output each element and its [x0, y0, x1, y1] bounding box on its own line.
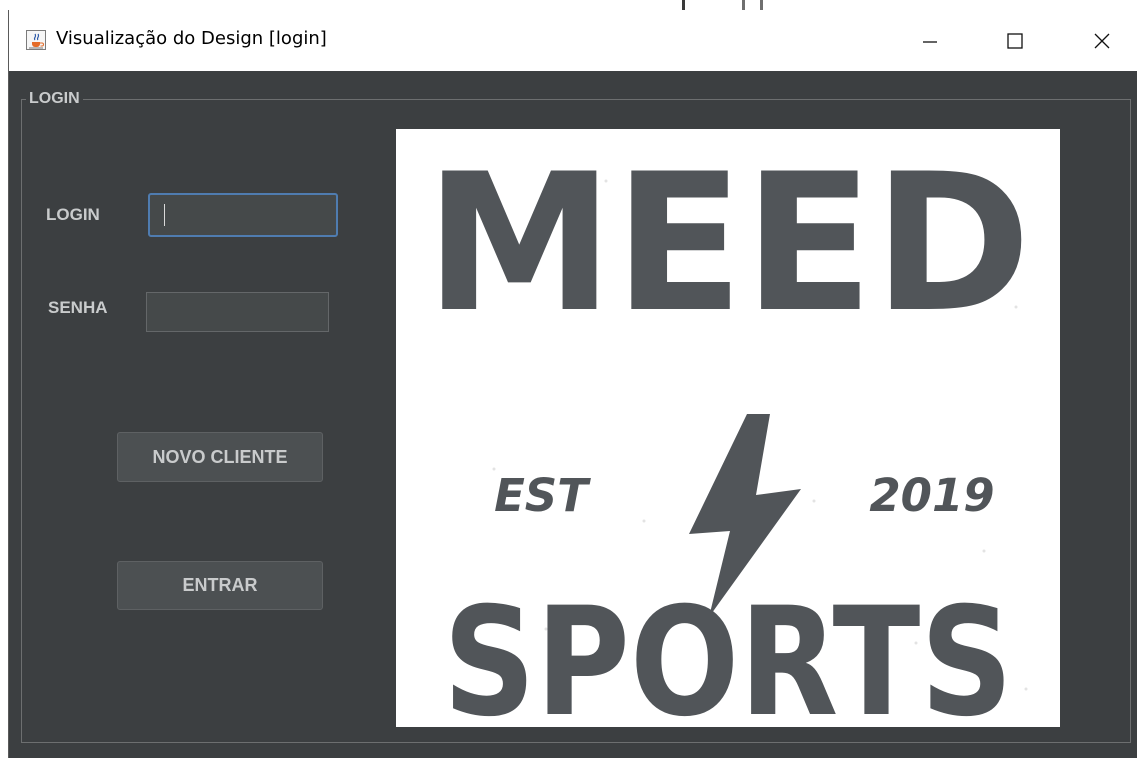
maximize-icon: [1007, 32, 1023, 49]
taskbar-fragment: [760, 0, 763, 10]
text-cursor: [164, 204, 165, 226]
enter-button[interactable]: ENTRAR: [117, 561, 323, 610]
minimize-icon: [923, 40, 937, 43]
desktop-background: [0, 0, 1137, 10]
logo-graphic: MEED EST 2019 SPORTS: [425, 133, 1031, 727]
meed-sports-logo: MEED EST 2019 SPORTS: [396, 129, 1060, 727]
taskbar-fragment: [682, 0, 685, 10]
window-title: Visualização do Design [login]: [56, 28, 327, 49]
logo-year-text: 2019: [869, 469, 994, 522]
taskbar-fragment: [742, 0, 745, 10]
minimize-button[interactable]: [902, 10, 958, 71]
close-icon: [1094, 33, 1110, 48]
maximize-button[interactable]: [987, 10, 1043, 71]
senha-input[interactable]: [146, 292, 329, 332]
close-button[interactable]: [1074, 10, 1130, 71]
login-input[interactable]: [148, 193, 338, 237]
window-bottom-edge: [9, 753, 1137, 758]
java-cup-icon: [26, 30, 46, 50]
logo-est-text: EST: [494, 469, 591, 522]
logo-bottom-text: SPORTS: [443, 576, 1013, 727]
new-client-button[interactable]: NOVO CLIENTE: [117, 432, 323, 482]
title-bar[interactable]: Visualização do Design [login]: [9, 10, 1137, 71]
logo-top-text: MEED: [425, 133, 1031, 354]
login-window: Visualização do Design [login] LOGIN LOG…: [8, 10, 1137, 758]
window-content: LOGIN LOGIN SENHA NOVO CLIENTE ENTRAR ME…: [9, 71, 1137, 758]
login-label: LOGIN: [46, 205, 100, 224]
senha-label: SENHA: [48, 298, 108, 317]
login-group-title: LOGIN: [26, 91, 83, 107]
